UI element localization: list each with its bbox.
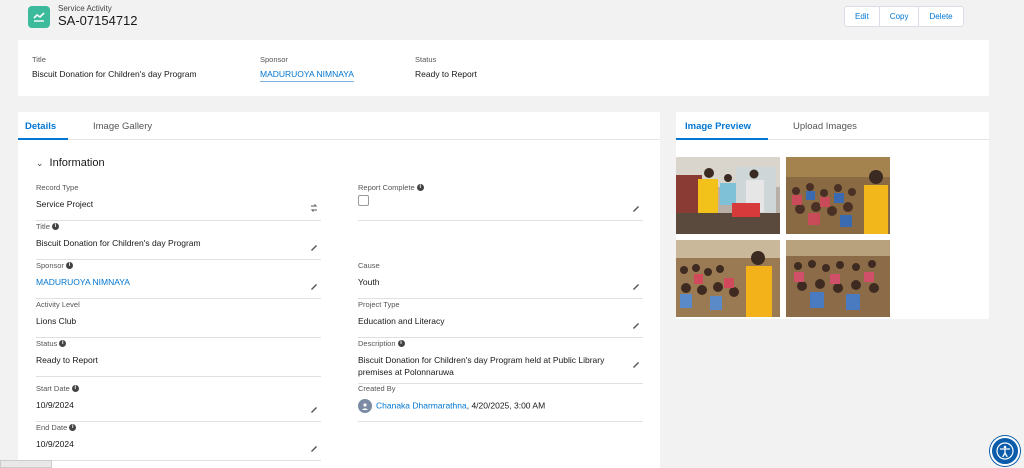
start-date-value: 10/9/2024 — [36, 400, 74, 410]
edit-button[interactable]: Edit — [845, 7, 880, 26]
info-icon[interactable]: i — [59, 340, 67, 347]
edit-pencil-icon[interactable] — [631, 320, 641, 330]
tab-image-preview[interactable]: Image Preview — [685, 121, 751, 132]
preview-tabs: Image Preview Upload Images — [676, 112, 989, 140]
highlight-status-value: Ready to Report — [415, 69, 477, 79]
change-record-type-icon[interactable] — [309, 203, 319, 213]
action-button-group: Edit Copy Delete — [844, 6, 964, 27]
start-date-label: Start Date — [36, 384, 70, 393]
field-cause: Cause Youth — [358, 261, 643, 299]
section-title: Information — [49, 157, 105, 169]
field-description: Description i Biscuit Donation for Childr… — [358, 339, 643, 384]
field-created-by: Created By Chanaka Dharmarathna, 4/20/20… — [358, 384, 643, 422]
cause-value: Youth — [358, 277, 380, 287]
field-sponsor: Sponsor i MADURUOYA NIMNAYA — [36, 261, 321, 299]
created-by-value: Chanaka Dharmarathna, 4/20/2025, 3:00 AM — [358, 399, 643, 413]
edit-pencil-icon[interactable] — [309, 443, 319, 453]
sponsor-label: Sponsor — [36, 261, 64, 270]
edit-pencil-icon[interactable] — [309, 242, 319, 252]
highlights-panel: Title Biscuit Donation for Children's da… — [18, 40, 989, 96]
tab-image-gallery[interactable]: Image Gallery — [93, 121, 152, 132]
description-label: Description — [358, 339, 396, 348]
end-date-value: 10/9/2024 — [36, 439, 74, 449]
image-preview-card: Image Preview Upload Images — [676, 112, 989, 319]
highlight-sponsor-label: Sponsor — [260, 55, 288, 64]
title-value: Biscuit Donation for Children's day Prog… — [36, 238, 201, 248]
field-status: Status i Ready to Report — [36, 339, 321, 377]
edit-pencil-icon[interactable] — [631, 203, 641, 213]
project-type-value: Education and Literacy — [358, 316, 445, 326]
status-label: Status — [36, 339, 58, 348]
cause-label: Cause — [358, 261, 380, 270]
edit-pencil-icon[interactable] — [309, 281, 319, 291]
accessibility-button[interactable] — [990, 436, 1020, 466]
status-bar-tooltip — [0, 460, 52, 468]
copy-button[interactable]: Copy — [880, 7, 920, 26]
highlight-title-label: Title — [32, 55, 46, 64]
title-label: Title — [36, 222, 50, 231]
description-value: Biscuit Donation for Children's day Prog… — [358, 355, 605, 377]
gallery-photo[interactable] — [676, 240, 780, 317]
highlight-title: Title Biscuit Donation for Children's da… — [32, 55, 197, 79]
highlight-title-value: Biscuit Donation for Children's day Prog… — [32, 69, 197, 79]
report-complete-label: Report Complete — [358, 183, 415, 192]
record-header: Service Activity SA-07154712 Edit Copy D… — [0, 0, 1024, 36]
field-report-complete: Report Complete i — [358, 183, 643, 221]
tab-active-indicator — [676, 138, 768, 140]
info-icon[interactable]: i — [397, 340, 405, 347]
info-icon[interactable]: i — [51, 223, 59, 230]
field-project-type: Project Type Education and Literacy — [358, 300, 643, 338]
activity-level-label: Activity Level — [36, 300, 80, 309]
highlight-status-label: Status — [415, 55, 437, 64]
info-icon[interactable]: i — [416, 184, 424, 191]
record-type-value: Service Project — [36, 199, 94, 209]
highlight-sponsor: Sponsor MADURUOYA NIMNAYA — [260, 55, 354, 82]
field-title: Title i Biscuit Donation for Children's d… — [36, 222, 321, 260]
gallery-photo[interactable] — [786, 157, 890, 234]
gallery-photo[interactable] — [786, 240, 890, 317]
edit-pencil-icon[interactable] — [309, 404, 319, 414]
info-icon[interactable]: i — [71, 385, 79, 392]
status-value: Ready to Report — [36, 355, 98, 365]
tab-details[interactable]: Details — [25, 121, 56, 132]
details-card: Details Image Gallery ⌄ Information Reco… — [18, 112, 660, 468]
created-by-label: Created By — [358, 384, 396, 393]
field-activity-level: Activity Level Lions Club — [36, 300, 321, 338]
sponsor-link[interactable]: MADURUOYA NIMNAYA — [36, 276, 321, 288]
created-by-date: , 4/20/2025, 3:00 AM — [466, 400, 546, 411]
record-name: SA-07154712 — [58, 13, 138, 28]
highlight-sponsor-link[interactable]: MADURUOYA NIMNAYA — [260, 69, 354, 82]
tab-active-indicator — [18, 138, 68, 140]
project-type-label: Project Type — [358, 300, 400, 309]
edit-pencil-icon[interactable] — [631, 281, 641, 291]
field-record-type: Record Type Service Project — [36, 183, 321, 221]
gallery-photo[interactable] — [676, 157, 780, 234]
tab-upload-images[interactable]: Upload Images — [793, 121, 857, 132]
field-end-date: End Date i 10/9/2024 — [36, 423, 321, 461]
details-tabs: Details Image Gallery — [18, 112, 660, 140]
highlight-status: Status Ready to Report — [415, 55, 477, 79]
edit-pencil-icon[interactable] — [631, 359, 641, 369]
service-activity-icon — [28, 6, 50, 28]
field-start-date: Start Date i 10/9/2024 — [36, 384, 321, 422]
info-icon[interactable]: i — [69, 424, 77, 431]
created-by-user-link[interactable]: Chanaka Dharmarathna — [376, 400, 467, 410]
accessibility-icon — [996, 442, 1014, 460]
information-section-header[interactable]: ⌄ Information — [36, 157, 105, 169]
report-complete-checkbox[interactable] — [358, 195, 369, 206]
info-icon[interactable]: i — [65, 262, 73, 269]
end-date-label: End Date — [36, 423, 68, 432]
delete-button[interactable]: Delete — [919, 7, 962, 26]
object-label: Service Activity — [58, 4, 112, 13]
chevron-down-icon: ⌄ — [36, 157, 44, 168]
activity-level-value: Lions Club — [36, 316, 77, 326]
record-type-label: Record Type — [36, 183, 79, 192]
user-avatar-icon — [358, 399, 372, 413]
